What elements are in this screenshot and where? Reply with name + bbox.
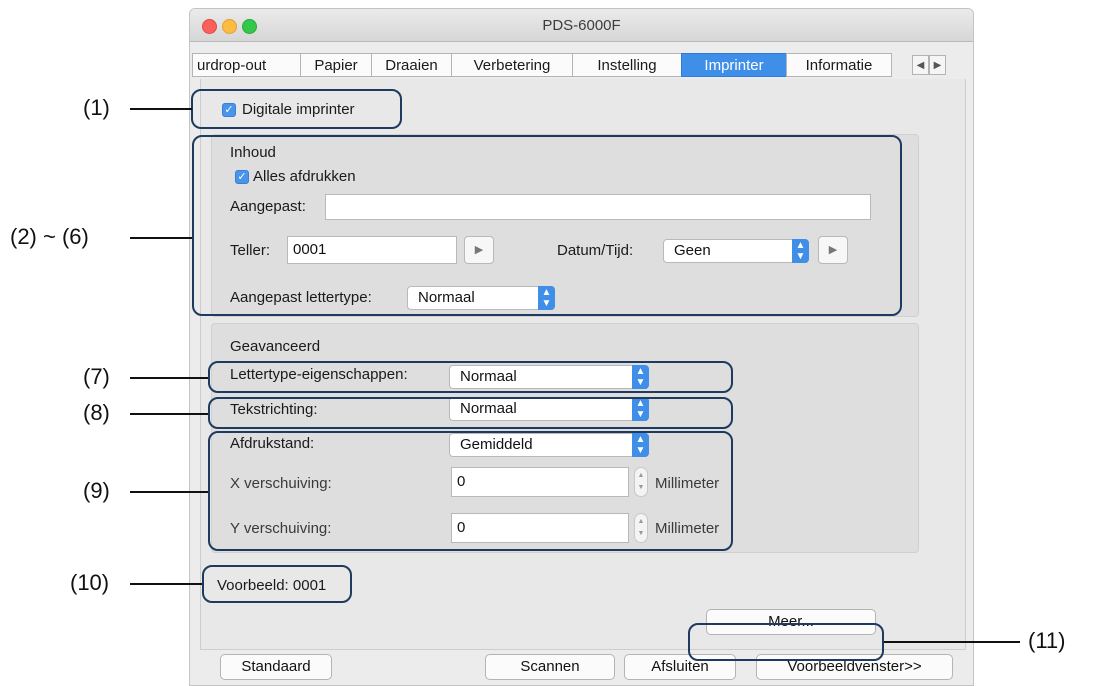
callout-box-9	[208, 431, 733, 551]
tab-papier[interactable]: Papier	[300, 53, 372, 77]
tab-instelling[interactable]: Instelling	[572, 53, 682, 77]
callout-box-11	[688, 623, 884, 661]
callout-box-10	[202, 565, 352, 603]
scan-button[interactable]: Scannen	[485, 654, 615, 680]
tab-verbetering[interactable]: Verbetering	[451, 53, 573, 77]
callout-box-7	[208, 361, 733, 393]
tab-bar: urdrop-out Papier Draaien Verbetering In…	[192, 53, 958, 79]
default-button[interactable]: Standaard	[220, 654, 332, 680]
callout-line-8	[130, 413, 208, 415]
tab-draaien[interactable]: Draaien	[371, 53, 452, 77]
callout-line-7	[130, 377, 208, 379]
callout-label-8: (8)	[83, 400, 110, 425]
title-bar: PDS-6000F	[190, 9, 973, 42]
callout-label-2-6: (2) ~ (6)	[10, 224, 89, 249]
callout-label-7: (7)	[83, 364, 110, 389]
callout-line-2-6	[130, 237, 192, 239]
tab-paperdrop-out[interactable]: urdrop-out	[192, 53, 301, 77]
callout-line-11	[884, 641, 1020, 643]
callout-label-9: (9)	[83, 478, 110, 503]
advanced-heading: Geavanceerd	[230, 338, 321, 355]
callout-line-9	[130, 491, 208, 493]
tab-scroll-left-icon[interactable]: ◀	[912, 55, 929, 75]
callout-label-1: (1)	[83, 95, 110, 120]
callout-box-2-6	[192, 135, 902, 316]
window-title: PDS-6000F	[542, 17, 621, 34]
callout-line-10	[130, 583, 202, 585]
callout-box-1	[191, 89, 402, 129]
callout-line-1	[130, 108, 192, 110]
tab-scroll-right-icon[interactable]: ▶	[929, 55, 946, 75]
callout-label-11: (11)	[1028, 628, 1066, 653]
tab-informatie[interactable]: Informatie	[786, 53, 892, 77]
callout-label-10: (10)	[70, 570, 110, 595]
tab-imprinter[interactable]: Imprinter	[681, 53, 787, 77]
callout-box-8	[208, 397, 733, 429]
